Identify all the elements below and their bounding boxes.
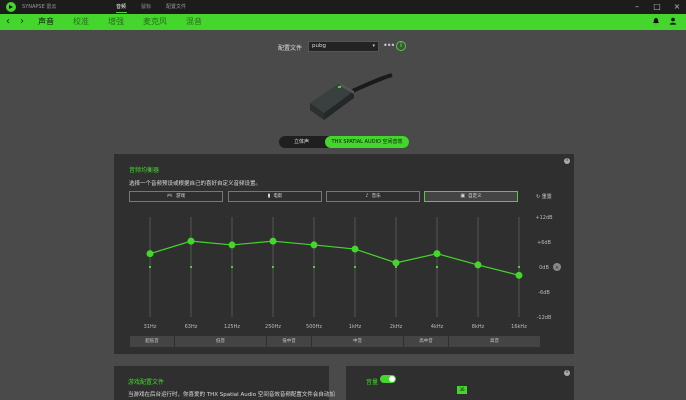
volume-toggle[interactable]: [380, 375, 396, 383]
tab-microphone[interactable]: 麦克风: [143, 17, 167, 27]
eq-zero-mark: [149, 266, 151, 268]
eq-frequency-label: 63Hz: [185, 324, 198, 330]
eq-band-handle[interactable]: [310, 241, 318, 249]
frequency-range-band: 高中音: [404, 336, 449, 347]
eq-curve-line: [149, 240, 520, 276]
titlebar-tab-profiles[interactable]: 配置文件: [166, 3, 186, 10]
eq-zero-mark: [354, 266, 356, 268]
usb-sound-card-image: [310, 73, 393, 120]
volume-value-badge: 36: [457, 386, 467, 394]
close-icon[interactable]: ×: [672, 2, 682, 12]
nav-bar: ‹ › 声音 校准 增强 麦克风 混音: [0, 14, 686, 30]
eq-zero-mark: [272, 266, 274, 268]
eq-db-label: -12dB: [537, 315, 552, 321]
forward-arrow-icon[interactable]: ›: [20, 16, 24, 27]
eq-frequency-label: 2kHz: [390, 324, 403, 330]
eq-zero-mark: [436, 266, 438, 268]
more-options-button[interactable]: •••: [383, 41, 395, 50]
info-icon[interactable]: i: [564, 370, 570, 376]
eq-db-label: +6dB: [537, 240, 552, 246]
tab-sound[interactable]: 声音: [38, 17, 54, 27]
eq-zero-mark: [190, 266, 192, 268]
eq-band-handle[interactable]: [351, 245, 359, 253]
eq-frequency-label: 250Hz: [265, 324, 281, 330]
eq-band-handle[interactable]: [228, 241, 236, 249]
zero-reset-glyph: ×: [555, 265, 559, 271]
volume-panel: i 音量 36: [346, 366, 574, 400]
eq-db-label: +12dB: [535, 215, 553, 221]
toggle-knob: [389, 376, 395, 382]
eq-db-label: -6dB: [538, 290, 550, 296]
frequency-range-band: 低中音: [267, 336, 312, 347]
user-icon[interactable]: [668, 17, 678, 27]
back-arrow-icon[interactable]: ‹: [6, 16, 10, 27]
stereo-mode-button[interactable]: 立体声: [279, 136, 324, 148]
frequency-range-band: 低音: [175, 336, 267, 347]
info-icon[interactable]: i: [396, 41, 406, 51]
frequency-range-band: 中音: [312, 336, 404, 347]
eq-frequency-label: 125Hz: [224, 324, 240, 330]
game-profile-description: 当游戏在后台运行时，你喜爱的 THX Spatial Audio 空间音效音频配…: [128, 392, 335, 398]
game-profile-title: 游戏配置文件: [128, 379, 165, 386]
thx-spatial-audio-button[interactable]: THX SPATIAL AUDIO 空间音效: [325, 136, 409, 148]
equalizer-chart: 31Hz 63Hz 125Hz 250Hz 500Hz 1kHz 2kHz 4kHz 8kHz 1…: [144, 215, 561, 330]
tab-mixer[interactable]: 混音: [186, 17, 202, 27]
eq-zero-mark: [313, 266, 315, 268]
game-profile-panel: 游戏配置文件 当游戏在后台运行时，你喜爱的 THX Spatial Audio …: [114, 366, 335, 400]
eq-frequency-label: 4kHz: [431, 324, 444, 330]
eq-frequency-label: 31Hz: [144, 324, 157, 330]
bell-icon[interactable]: [651, 17, 661, 27]
maximize-icon[interactable]: □: [652, 2, 662, 12]
eq-band-handle[interactable]: [146, 250, 154, 258]
eq-frequency-label: 16kHz: [511, 324, 527, 330]
eq-band-handle[interactable]: [187, 237, 195, 245]
profile-value: pubg: [312, 43, 326, 49]
razer-logo-icon[interactable]: [6, 2, 16, 12]
chevron-down-icon: ▾: [372, 43, 375, 49]
minimize-icon[interactable]: –: [632, 2, 642, 12]
tab-calibration[interactable]: 校准: [73, 17, 89, 27]
titlebar-tab-mouse[interactable]: 鼠标: [141, 3, 151, 10]
app-title: SYNAPSE 雷云: [22, 4, 57, 10]
tab-enhance[interactable]: 增强: [108, 17, 124, 27]
profile-label: 配置文件: [278, 45, 303, 52]
equalizer-panel: i 音频均衡器 选择一个音频预设或根据自己的喜好自定义音频设置。 🎮 游戏 ▮ 电影…: [114, 154, 574, 354]
frequency-range-band: 高音: [449, 336, 541, 347]
eq-frequency-label: 500Hz: [306, 324, 322, 330]
eq-band-handle[interactable]: [515, 271, 523, 279]
eq-band-handle[interactable]: [474, 261, 482, 269]
titlebar-tab-audio[interactable]: 音频: [116, 3, 126, 10]
eq-band-handle[interactable]: [433, 250, 441, 258]
frequency-range-band: 超低音: [130, 336, 175, 347]
eq-zero-mark: [518, 266, 520, 268]
eq-band-handle[interactable]: [392, 259, 400, 267]
eq-zero-mark: [231, 266, 233, 268]
profile-dropdown[interactable]: pubg ▾: [308, 41, 379, 52]
active-tab-indicator: [116, 12, 127, 13]
title-bar: SYNAPSE 雷云 音频 鼠标 配置文件 – □ ×: [0, 0, 686, 14]
volume-title: 音量: [366, 379, 379, 386]
eq-band-handle[interactable]: [269, 237, 277, 245]
audio-mode-toggle: 立体声 THX SPATIAL AUDIO 空间音效: [279, 136, 409, 148]
eq-db-label: 0dB: [539, 265, 549, 271]
eq-frequency-label: 1kHz: [349, 324, 362, 330]
eq-frequency-label: 8kHz: [472, 324, 485, 330]
